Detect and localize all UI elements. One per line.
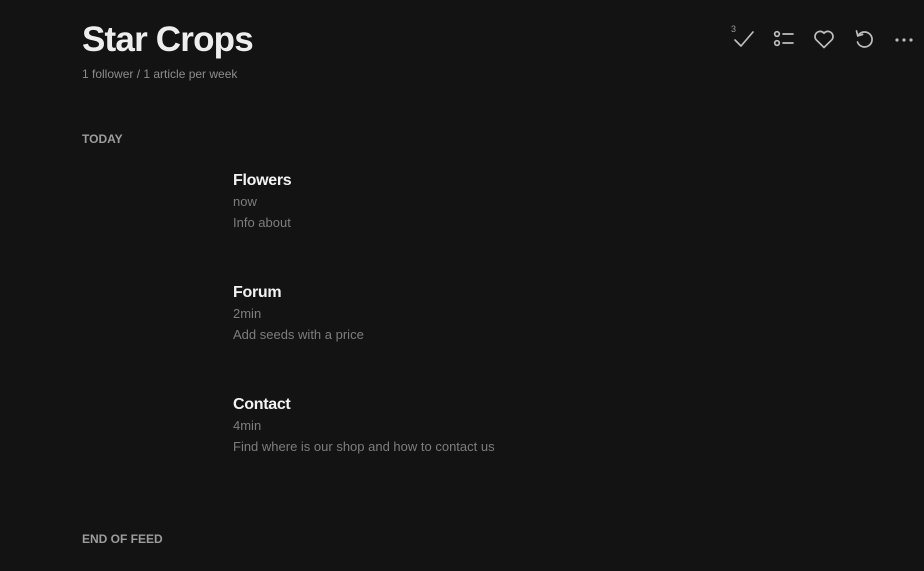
end-of-feed-label: END OF FEED <box>82 532 163 546</box>
feed-meta: 1 follower / 1 article per week <box>82 67 238 81</box>
feed-toolbar: 3 <box>718 24 918 53</box>
refresh-icon <box>855 30 873 48</box>
entry-title[interactable]: Flowers <box>233 171 292 190</box>
list-view-icon <box>773 30 794 47</box>
mark-as-read-button[interactable]: 3 <box>730 24 758 53</box>
refresh-button[interactable] <box>850 25 878 53</box>
entry-summary: Find where is our shop and how to contac… <box>233 439 495 454</box>
list-view-button[interactable] <box>770 25 798 53</box>
entry-age: 4min <box>233 418 262 433</box>
unread-count-badge: 3 <box>731 24 737 34</box>
entry-summary: Add seeds with a price <box>233 327 364 342</box>
section-label-today: TODAY <box>82 132 123 146</box>
entry-title[interactable]: Contact <box>233 395 495 414</box>
favorite-button[interactable] <box>810 25 838 53</box>
feed-header: Star Crops 1 follower / 1 article per we… <box>82 18 254 81</box>
entry-title[interactable]: Forum <box>233 283 364 302</box>
more-options-button[interactable] <box>890 25 918 53</box>
feed-title[interactable]: Star Crops <box>82 18 254 62</box>
entry-age: now <box>233 194 257 209</box>
feed-entry[interactable]: Forum 2min Add seeds with a price <box>233 283 364 342</box>
heart-icon <box>814 30 834 49</box>
entry-age: 2min <box>233 306 262 321</box>
more-icon <box>895 38 913 42</box>
feed-entry[interactable]: Flowers now Info about <box>233 171 292 230</box>
feed-entry[interactable]: Contact 4min Find where is our shop and … <box>233 395 495 454</box>
entry-summary: Info about <box>233 215 291 230</box>
